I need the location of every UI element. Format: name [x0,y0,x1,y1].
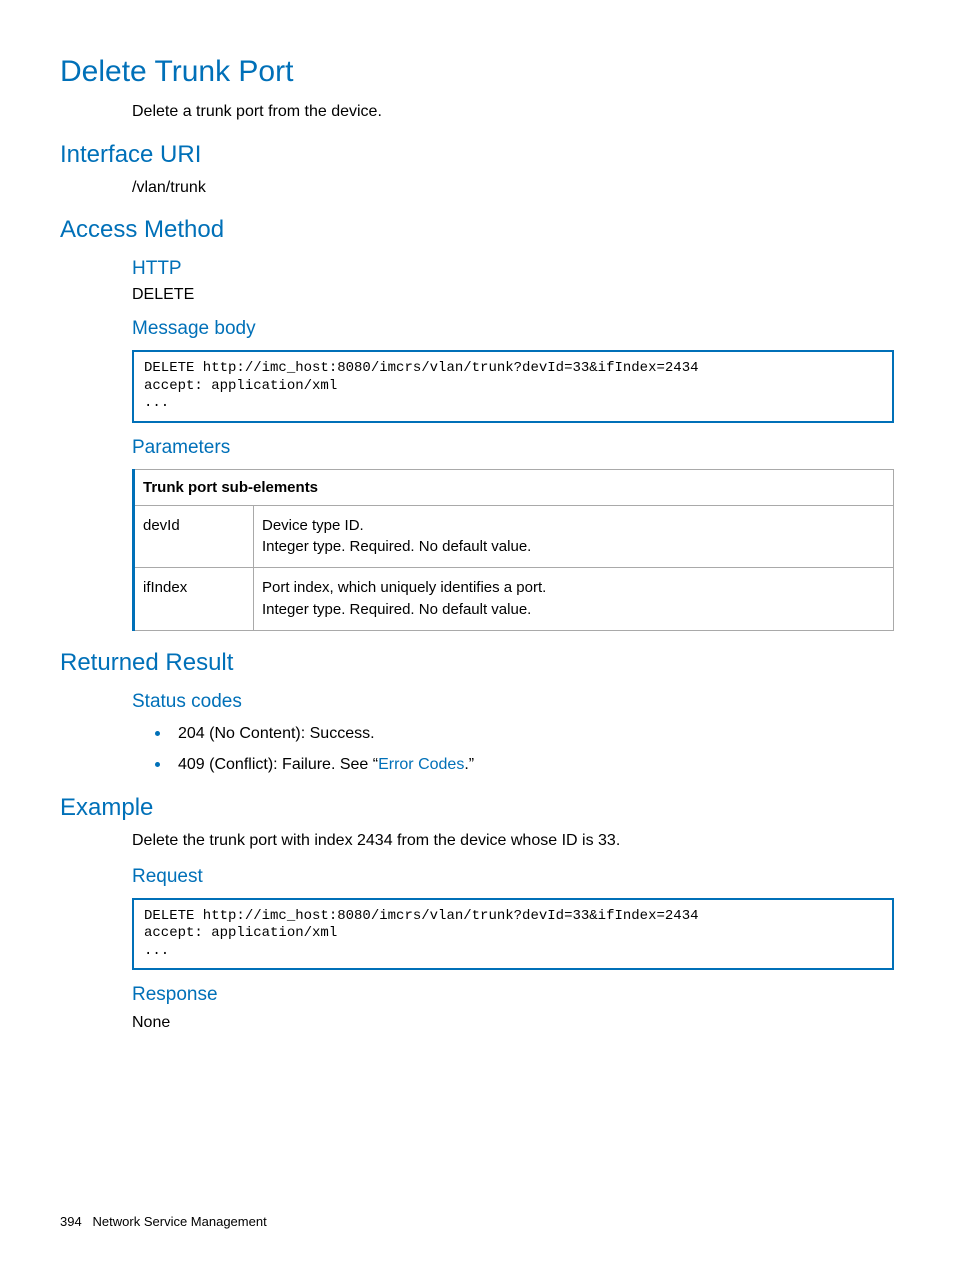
status-text: 204 (No Content): Success. [178,725,375,742]
param-desc: Device type ID. Integer type. Required. … [254,505,894,568]
param-desc: Port index, which uniquely identifies a … [254,568,894,631]
param-name: ifIndex [134,568,254,631]
example-intro: Delete the trunk port with index 2434 fr… [132,830,894,852]
parameters-label: Parameters [132,437,894,459]
status-code-list: 204 (No Content): Success. 409 (Conflict… [172,721,894,777]
message-body-label: Message body [132,318,894,340]
table-row: devId Device type ID. Integer type. Requ… [134,505,894,568]
message-body-code: DELETE http://imc_host:8080/imcrs/vlan/t… [132,350,894,423]
status-codes-label: Status codes [132,691,894,713]
returned-result-heading: Returned Result [60,649,894,677]
request-code: DELETE http://imc_host:8080/imcrs/vlan/t… [132,898,894,971]
status-text: 409 (Conflict): Failure. See “ [178,756,378,773]
http-method-value: DELETE [132,286,894,304]
footer-section: Network Service Management [93,1214,267,1229]
interface-uri-heading: Interface URI [60,141,894,169]
param-name: devId [134,505,254,568]
intro-text: Delete a trunk port from the device. [132,101,894,123]
list-item: 204 (No Content): Success. [172,721,894,745]
param-table-header: Trunk port sub-elements [134,469,894,505]
page-number: 394 [60,1214,82,1229]
table-row: ifIndex Port index, which uniquely ident… [134,568,894,631]
example-heading: Example [60,794,894,822]
page-title: Delete Trunk Port [60,55,894,89]
http-label: HTTP [132,258,894,280]
access-method-heading: Access Method [60,216,894,244]
interface-uri-value: /vlan/trunk [132,177,894,199]
status-text-after: .” [464,756,474,773]
error-codes-link[interactable]: Error Codes [378,756,464,773]
response-value: None [132,1012,894,1034]
list-item: 409 (Conflict): Failure. See “Error Code… [172,752,894,776]
page-container: Delete Trunk Port Delete a trunk port fr… [0,0,954,1271]
request-label: Request [132,866,894,888]
page-footer: 394 Network Service Management [60,1214,267,1229]
response-label: Response [132,984,894,1006]
parameters-table: Trunk port sub-elements devId Device typ… [132,469,894,631]
